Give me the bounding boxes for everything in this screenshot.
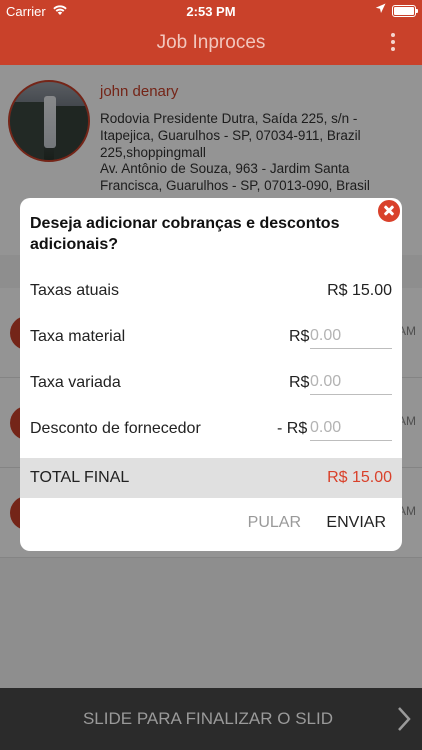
battery-icon (392, 5, 418, 17)
total-value: R$ 15.00 (327, 469, 392, 486)
supplier-discount-input[interactable] (310, 415, 392, 441)
status-bar: Carrier 2:53 PM (0, 0, 422, 22)
close-icon[interactable] (376, 198, 402, 224)
current-fees-value: R$ 15.00 (327, 282, 392, 299)
supplier-discount-currency: - R$ (277, 420, 308, 437)
location-arrow-icon (375, 3, 386, 17)
material-fee-label: Taxa material (30, 328, 126, 345)
supplier-discount-label: Desconto de fornecedor (30, 420, 201, 437)
dialog-title: Deseja adicionar cobranças e descontos a… (30, 215, 340, 253)
more-vertical-icon[interactable] (390, 33, 396, 53)
material-fee-input[interactable] (310, 323, 392, 349)
slide-label: SLIDE PARA FINALIZAR O SLID (82, 709, 334, 728)
chevron-right-icon (398, 707, 411, 731)
variable-fee-input[interactable] (310, 369, 392, 395)
material-fee-currency: R$ (289, 328, 310, 345)
page-title: Job Inproces (156, 32, 266, 53)
current-fees-label: Taxas atuais (30, 282, 119, 299)
skip-button[interactable]: PULAR (248, 514, 301, 532)
variable-fee-label: Taxa variada (30, 374, 121, 391)
charges-dialog: Deseja adicionar cobranças e descontos a… (20, 198, 402, 551)
slide-to-finish[interactable]: SLIDE PARA FINALIZAR O SLID (0, 688, 422, 750)
total-label: TOTAL FINAL (30, 469, 130, 486)
status-time: 2:53 PM (186, 4, 236, 19)
nav-bar: Job Inproces (0, 22, 422, 65)
send-button[interactable]: ENVIAR (326, 514, 386, 532)
variable-fee-currency: R$ (289, 374, 310, 391)
total-row: TOTAL FINAL R$ 15.00 (20, 458, 402, 498)
